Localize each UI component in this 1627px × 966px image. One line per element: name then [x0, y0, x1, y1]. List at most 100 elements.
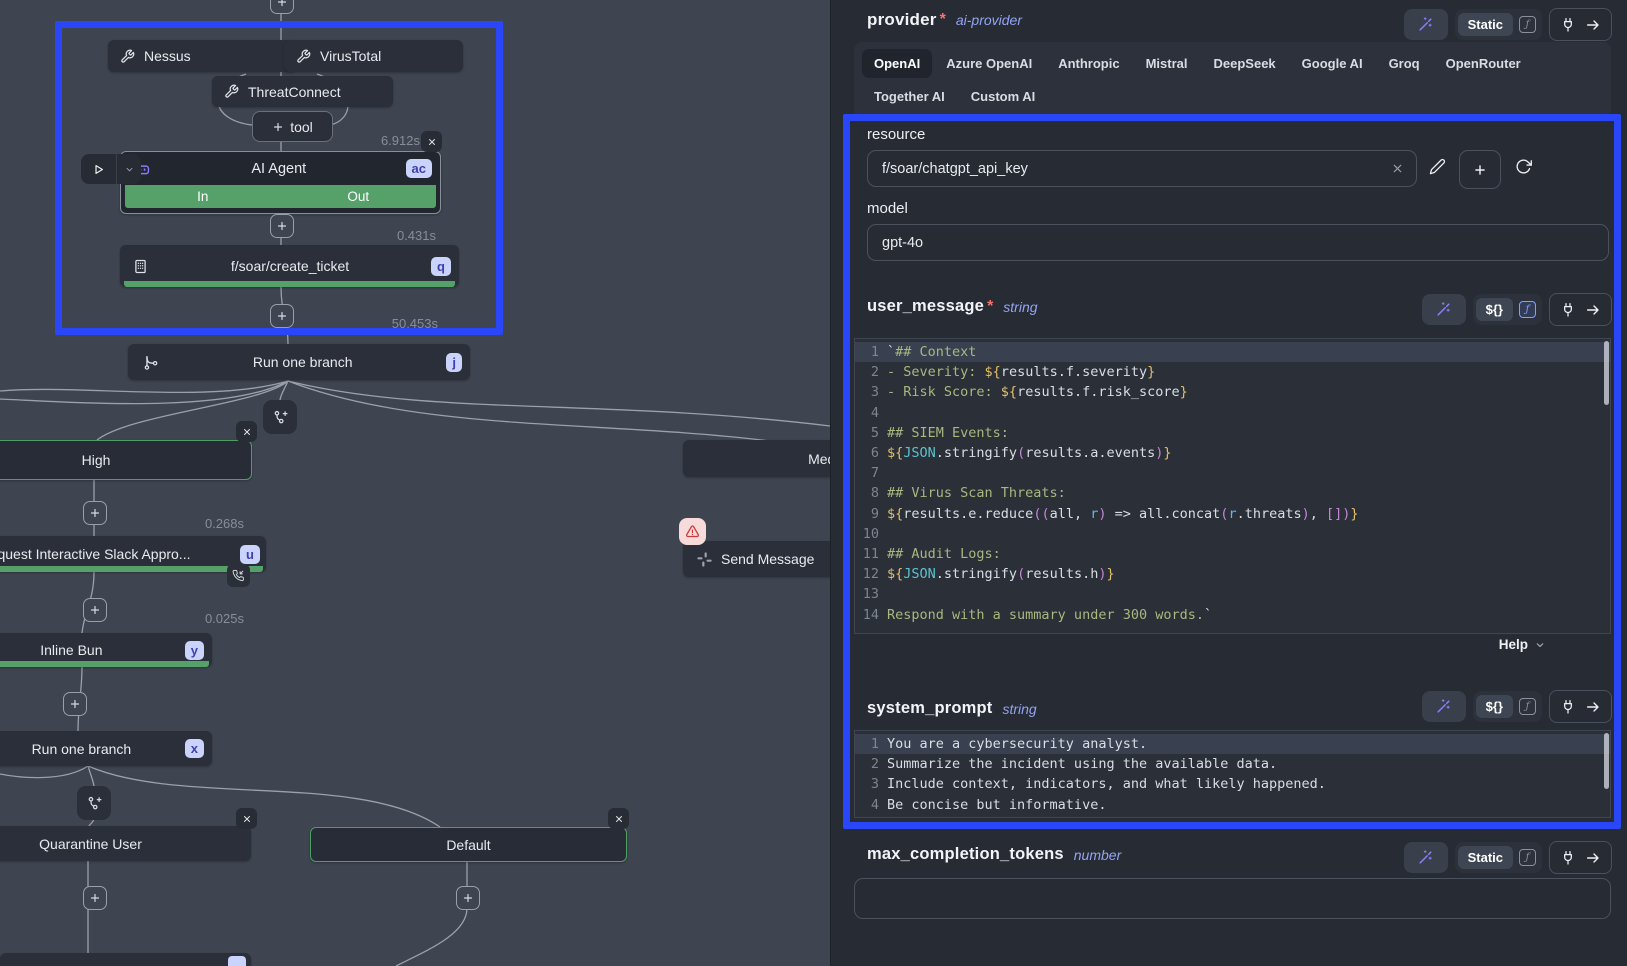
- add-node-connector[interactable]: [83, 886, 107, 910]
- wrench-icon: [224, 84, 239, 99]
- add-node-connector[interactable]: [270, 214, 294, 238]
- plug-icon[interactable]: [1560, 17, 1576, 33]
- node-branch-medium[interactable]: Medium: [683, 440, 830, 477]
- add-branch-button[interactable]: [77, 786, 111, 820]
- mode-toggle-group[interactable]: Static ƒ: [1455, 9, 1542, 40]
- node-badge: x: [185, 739, 204, 758]
- node-nessus[interactable]: Nessus: [108, 40, 297, 72]
- provider-tab-groq[interactable]: Groq: [1377, 49, 1432, 78]
- arrow-right-icon[interactable]: [1585, 17, 1601, 33]
- static-mode-pill[interactable]: Static: [1458, 13, 1513, 36]
- node-title: High: [0, 452, 251, 468]
- arrow-right-icon[interactable]: [1585, 850, 1601, 866]
- add-node-connector[interactable]: [456, 886, 480, 910]
- provider-tab-together-ai[interactable]: Together AI: [862, 82, 957, 111]
- resource-label: resource: [867, 126, 925, 143]
- expression-mode-icon[interactable]: ƒ: [1519, 301, 1536, 318]
- editor-scrollbar[interactable]: [1604, 341, 1609, 405]
- remove-high-branch-button[interactable]: [236, 421, 257, 442]
- add-branch-button[interactable]: [263, 400, 297, 434]
- node-slack-approval[interactable]: Request Interactive Slack Appro... u: [0, 536, 266, 572]
- resource-input[interactable]: [882, 161, 1391, 177]
- system-prompt-code-editor[interactable]: 1You are a cybersecurity analyst.2Summar…: [854, 730, 1611, 818]
- node-inline-bun[interactable]: Inline Bun y: [0, 633, 212, 667]
- add-node-connector[interactable]: [270, 0, 294, 14]
- node-branch-default[interactable]: Default: [310, 827, 627, 862]
- connect-output-group[interactable]: [1549, 690, 1612, 723]
- provider-tab-mistral[interactable]: Mistral: [1134, 49, 1200, 78]
- remove-ai-agent-button[interactable]: [421, 131, 442, 152]
- success-bar: [124, 281, 455, 287]
- provider-tab-custom-ai[interactable]: Custom AI: [959, 82, 1048, 111]
- connect-output-group[interactable]: [1549, 8, 1612, 41]
- remove-quarantine-branch-button[interactable]: [236, 808, 257, 829]
- node-quarantine-user[interactable]: Quarantine User: [0, 826, 251, 861]
- expression-mode-pill[interactable]: ${}: [1476, 695, 1513, 718]
- chevron-down-icon[interactable]: [117, 154, 141, 184]
- mode-toggle-group[interactable]: Static ƒ: [1455, 842, 1542, 873]
- model-input-box[interactable]: [867, 224, 1609, 261]
- resource-input-box[interactable]: [867, 150, 1417, 187]
- static-mode-pill[interactable]: Static: [1458, 846, 1513, 869]
- provider-tab-deepseek[interactable]: DeepSeek: [1202, 49, 1288, 78]
- add-node-connector[interactable]: [63, 692, 87, 716]
- field-name: provider: [867, 10, 937, 30]
- max-completion-tokens-input[interactable]: [869, 891, 1598, 907]
- add-resource-button[interactable]: [1459, 150, 1501, 189]
- expression-mode-icon[interactable]: ƒ: [1519, 16, 1536, 33]
- editor-scrollbar[interactable]: [1604, 733, 1609, 789]
- node-run-one-branch-1[interactable]: Run one branch j: [128, 344, 470, 380]
- port-out[interactable]: Out: [281, 185, 437, 208]
- max-completion-tokens-input-box[interactable]: [854, 878, 1611, 919]
- add-node-connector[interactable]: [270, 304, 294, 328]
- model-input[interactable]: [882, 235, 1596, 251]
- expression-mode-icon[interactable]: ƒ: [1519, 698, 1536, 715]
- node-threatconnect[interactable]: ThreatConnect: [212, 76, 393, 107]
- node-run-one-branch-2[interactable]: Run one branch x: [0, 731, 212, 766]
- edit-resource-button[interactable]: [1429, 158, 1446, 175]
- tool-port-chip[interactable]: tool: [252, 111, 333, 142]
- add-node-connector[interactable]: [83, 598, 107, 622]
- plug-icon[interactable]: [1560, 850, 1576, 866]
- ai-autofill-button[interactable]: [1422, 691, 1466, 722]
- provider-tab-google-ai[interactable]: Google AI: [1290, 49, 1375, 78]
- mode-toggle-group[interactable]: ${} ƒ: [1473, 691, 1542, 722]
- provider-tab-azure-openai[interactable]: Azure OpenAI: [934, 49, 1044, 78]
- refresh-resources-button[interactable]: [1515, 158, 1532, 175]
- field-name: user_message: [867, 297, 984, 316]
- connect-output-group[interactable]: [1549, 841, 1612, 874]
- expression-mode-pill[interactable]: ${}: [1476, 298, 1513, 321]
- ai-autofill-button[interactable]: [1422, 294, 1466, 325]
- mode-toggle-group[interactable]: ${} ƒ: [1473, 294, 1542, 325]
- arrow-right-icon[interactable]: [1585, 302, 1601, 318]
- help-dropdown[interactable]: Help: [1499, 637, 1546, 652]
- add-node-connector[interactable]: [83, 501, 107, 525]
- plug-icon[interactable]: [1560, 699, 1576, 715]
- expression-mode-icon[interactable]: ƒ: [1519, 849, 1536, 866]
- close-icon: [427, 137, 437, 147]
- connect-output-group[interactable]: [1549, 293, 1612, 326]
- arrow-right-icon[interactable]: [1585, 699, 1601, 715]
- node-clipped-bottom[interactable]: [0, 953, 251, 966]
- node-ai-agent[interactable]: AI Agent ac In Out: [120, 151, 441, 214]
- port-in[interactable]: In: [125, 185, 281, 208]
- provider-tab-openrouter[interactable]: OpenRouter: [1434, 49, 1533, 78]
- provider-tab-anthropic[interactable]: Anthropic: [1046, 49, 1131, 78]
- remove-default-branch-button[interactable]: [608, 808, 629, 829]
- wrench-icon: [296, 49, 311, 64]
- ai-autofill-button[interactable]: [1404, 842, 1448, 873]
- clear-icon[interactable]: [1391, 162, 1404, 175]
- user-message-code-editor[interactable]: 1`## Context2- Severity: ${results.f.sev…: [854, 338, 1611, 634]
- node-branch-high[interactable]: High: [0, 440, 252, 480]
- plug-icon[interactable]: [1560, 302, 1576, 318]
- magic-wand-icon: [1435, 698, 1452, 715]
- node-send-message[interactable]: Send Message: [683, 541, 830, 577]
- close-icon: [242, 427, 252, 437]
- node-virustotal[interactable]: VirusTotal: [284, 40, 463, 72]
- provider-tab-openai[interactable]: OpenAI: [862, 49, 932, 78]
- play-icon[interactable]: [81, 154, 117, 184]
- workflow-canvas[interactable]: 6.912s 0.431s 50.453s 0.268s 0.025s Ness…: [0, 0, 830, 966]
- ai-autofill-button[interactable]: [1404, 9, 1448, 40]
- run-node-button-group[interactable]: [81, 154, 141, 184]
- node-create-ticket[interactable]: f/soar/create_ticket q: [120, 245, 459, 287]
